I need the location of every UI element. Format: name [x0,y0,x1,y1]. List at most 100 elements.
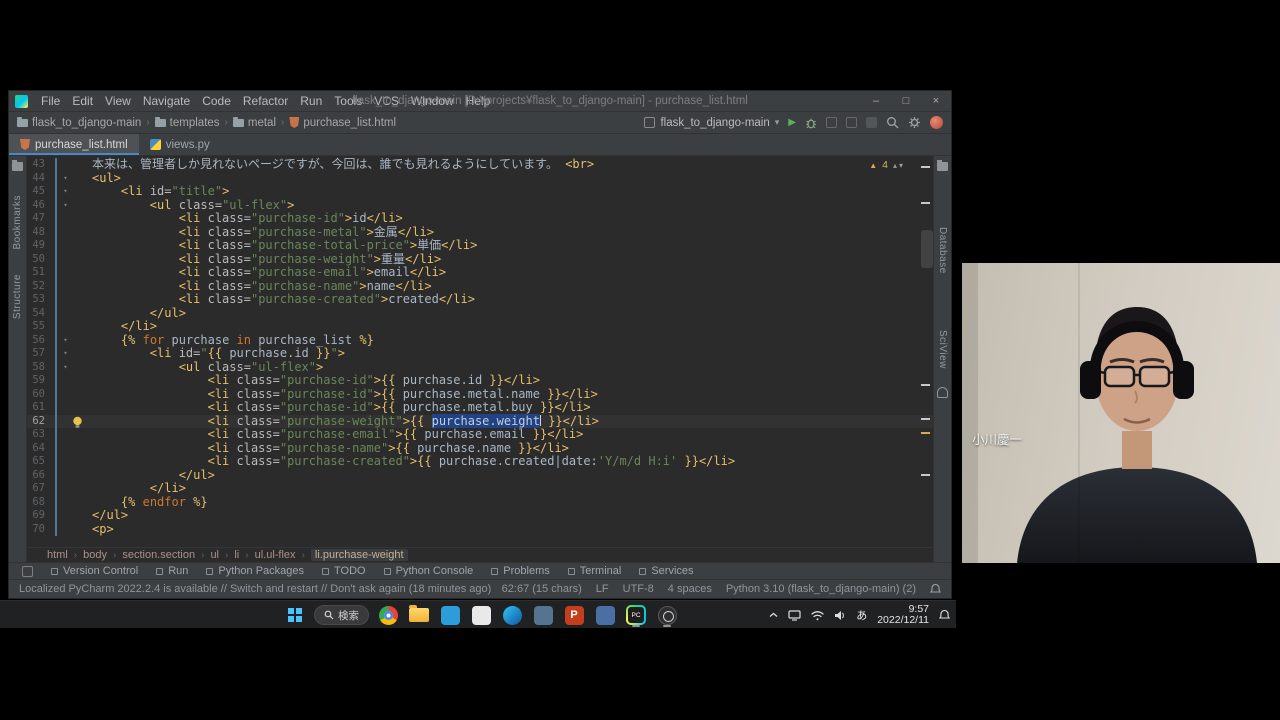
toolwindow-python-packages[interactable]: Python Packages [197,565,313,577]
code-line-67[interactable]: 67 </li> [27,482,933,496]
tool-button-bookmarks[interactable]: Bookmarks [12,195,23,250]
code-line-48[interactable]: 48 <li class="purchase-metal">金属</li> [27,226,933,240]
code-line-62[interactable]: 62 <li class="purchase-weight">{{ purcha… [27,415,933,429]
code-line-53[interactable]: 53 <li class="purchase-created">created<… [27,293,933,307]
xml-breadcrumb-section-section[interactable]: section.section [122,549,195,561]
inspections-widget[interactable]: ▲ 4 ▴▾ [869,159,905,171]
app-vscode[interactable] [438,603,462,627]
debug-bug-icon[interactable] [805,117,817,129]
run-button[interactable]: ▶ [788,117,796,128]
caret-position[interactable]: 62:67 (15 chars) [502,583,582,595]
scrollbar-mark[interactable] [921,384,930,386]
coverage-button[interactable] [826,117,837,128]
volume-icon[interactable] [834,610,846,621]
app-notes[interactable] [469,603,493,627]
tab-views-py[interactable]: views.py [139,134,221,155]
code-line-52[interactable]: 52 <li class="purchase-name">name</li> [27,280,933,294]
line-ending[interactable]: LF [596,583,609,595]
xml-breadcrumb-ul-ul-flex[interactable]: ul.ul-flex [255,549,296,561]
user-avatar[interactable] [930,116,943,129]
minimize-button[interactable]: – [861,91,891,111]
code-line-68[interactable]: 68 {% endfor %} [27,496,933,510]
code-line-54[interactable]: 54 </ul> [27,307,933,321]
menu-navigate[interactable]: Navigate [137,93,196,109]
breadcrumb-templates[interactable]: templates [155,117,220,129]
notification-bell-icon[interactable] [939,609,950,621]
copilot-tool-icon[interactable] [937,162,948,171]
scrollbar-mark[interactable] [921,474,930,476]
python-interpreter[interactable]: Python 3.10 (flask_to_django-main) (2) [726,583,916,595]
quick-access-icon[interactable] [22,566,33,577]
code-line-61[interactable]: 61 <li class="purchase-id">{{ purchase.m… [27,401,933,415]
code-line-56[interactable]: 56▾ {% for purchase in purchase_list %} [27,334,933,348]
editor-lines[interactable]: 43本来は、管理者しか見れないページですが、今回は、誰でも見れるようにしています… [27,156,933,547]
toolwindow-terminal[interactable]: Terminal [559,565,631,577]
app-explorer[interactable] [407,603,431,627]
code-line-58[interactable]: 58▾ <ul class="ul-flex"> [27,361,933,375]
file-encoding[interactable]: UTF-8 [623,583,654,595]
app-blue[interactable] [593,603,617,627]
inspection-nav-arrows[interactable]: ▴▾ [893,161,905,170]
scrollbar-mark[interactable] [921,418,930,420]
tool-button-structure[interactable]: Structure [12,274,23,319]
tab-purchase-list-html[interactable]: purchase_list.html [9,134,139,155]
scrollbar-mark[interactable] [921,166,930,168]
scrollbar-warning-mark[interactable] [921,432,930,434]
app-files[interactable] [531,603,555,627]
tool-button-database[interactable]: Database [937,227,948,274]
code-line-47[interactable]: 47 <li class="purchase-id">id</li> [27,212,933,226]
code-line-65[interactable]: 65 <li class="purchase-created">{{ purch… [27,455,933,469]
menu-view[interactable]: View [99,93,137,109]
code-line-69[interactable]: 69</ul> [27,509,933,523]
code-line-46[interactable]: 46▾ <ul class="ul-flex"> [27,199,933,213]
app-pycharm[interactable]: PC [624,603,648,627]
scrollbar-thumb[interactable] [921,230,933,268]
code-line-44[interactable]: 44▾<ul> [27,172,933,186]
stop-button[interactable] [866,117,877,128]
maximize-button[interactable]: □ [891,91,921,111]
project-tool-icon[interactable] [12,162,23,171]
ime-indicator[interactable]: あ [856,607,867,623]
toolwindow-python-console[interactable]: Python Console [375,565,483,577]
intention-bulb-icon[interactable] [71,415,87,429]
breadcrumb-flask-to-django-main[interactable]: flask_to_django-main [17,117,141,129]
xml-breadcrumb-ul[interactable]: ul [210,549,219,561]
xml-breadcrumb-li-purchase-weight[interactable]: li.purchase-weight [311,549,408,561]
code-line-43[interactable]: 43本来は、管理者しか見れないページですが、今回は、誰でも見れるようにしています… [27,158,933,172]
menu-file[interactable]: File [35,93,66,109]
app-obs[interactable] [655,603,679,627]
code-line-64[interactable]: 64 <li class="purchase-name">{{ purchase… [27,442,933,456]
start-button[interactable] [283,603,307,627]
xml-breadcrumb-html[interactable]: html [47,549,68,561]
scrollbar-mark[interactable] [921,202,930,204]
code-line-45[interactable]: 45▾ <li id="title"> [27,185,933,199]
code-line-60[interactable]: 60 <li class="purchase-id">{{ purchase.m… [27,388,933,402]
wifi-icon[interactable] [811,610,824,621]
menu-code[interactable]: Code [196,93,237,109]
toolwindow-todo[interactable]: TODO [313,565,375,577]
tool-button-sciview[interactable]: SciView [937,330,948,369]
close-button[interactable]: × [921,91,951,111]
toolwindow-problems[interactable]: Problems [482,565,558,577]
profiler-button[interactable] [846,117,857,128]
search-everywhere-icon[interactable] [886,116,899,129]
breadcrumb-purchase-list-html[interactable]: purchase_list.html [289,117,396,129]
code-line-66[interactable]: 66 </ul> [27,469,933,483]
xml-breadcrumb-body[interactable]: body [83,549,107,561]
app-edge[interactable] [500,603,524,627]
xml-breadcrumb-li[interactable]: li [234,549,239,561]
menu-edit[interactable]: Edit [66,93,99,109]
toolwindow-version-control[interactable]: Version Control [42,565,147,577]
code-line-49[interactable]: 49 <li class="purchase-total-price">単価</… [27,239,933,253]
display-icon[interactable] [788,610,801,621]
code-line-51[interactable]: 51 <li class="purchase-email">email</li> [27,266,933,280]
indent-setting[interactable]: 4 spaces [668,583,712,595]
notifications-bell-icon[interactable] [930,583,941,595]
app-chrome[interactable] [376,603,400,627]
code-line-63[interactable]: 63 <li class="purchase-email">{{ purchas… [27,428,933,442]
taskbar-search[interactable]: 検索 [314,605,369,625]
notifications-tool-icon[interactable] [937,387,948,398]
code-line-57[interactable]: 57▾ <li id="{{ purchase.id }}"> [27,347,933,361]
code-line-59[interactable]: 59 <li class="purchase-id">{{ purchase.i… [27,374,933,388]
app-powerpoint[interactable]: P [562,603,586,627]
